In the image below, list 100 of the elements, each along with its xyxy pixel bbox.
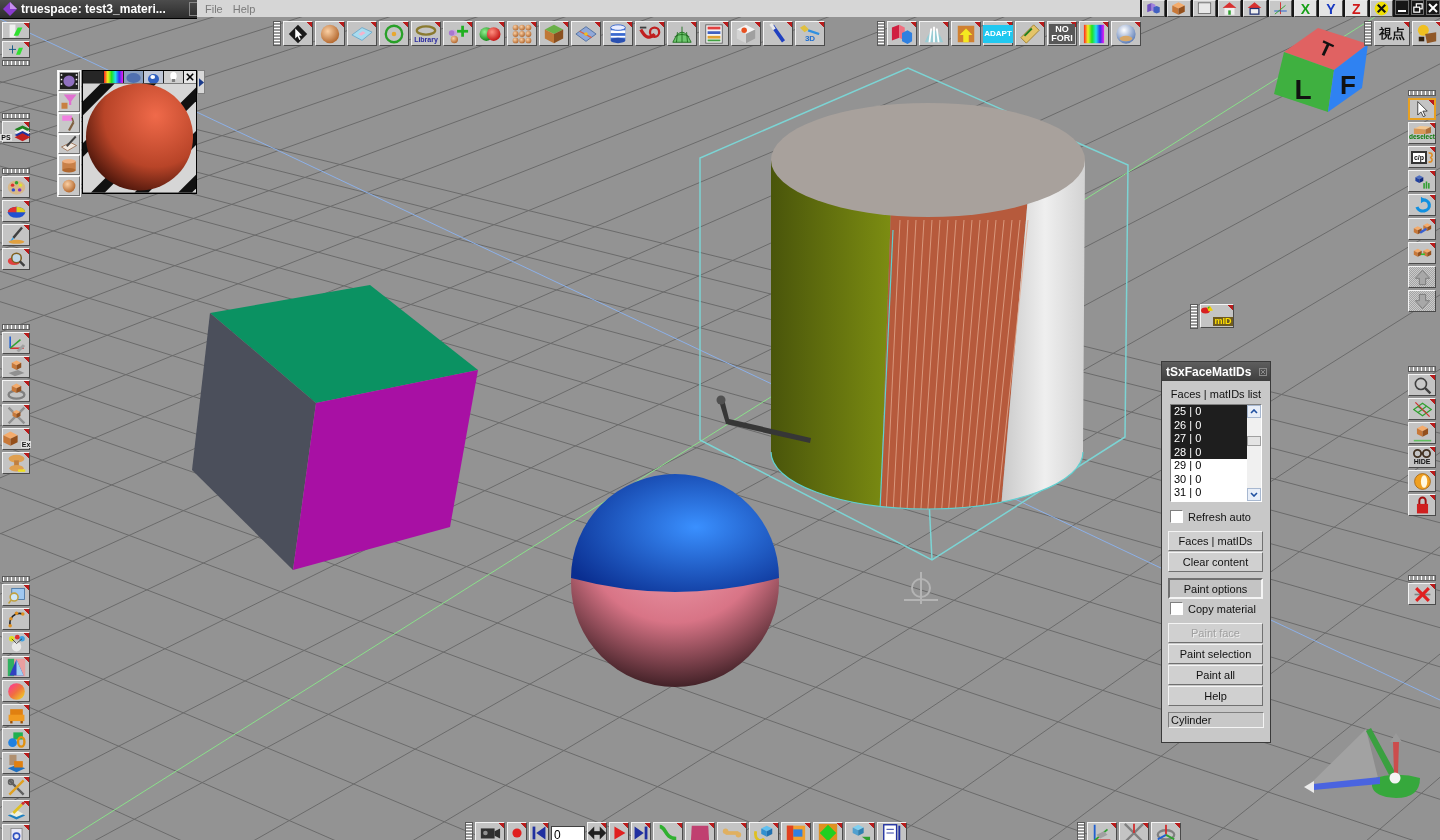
text-button[interactable]: NO FORI (1047, 21, 1077, 46)
cube-model[interactable] (192, 285, 478, 570)
scroll-up-button[interactable] (1247, 405, 1261, 418)
trapezoid-button[interactable] (685, 822, 715, 840)
bone-button[interactable] (717, 822, 747, 840)
record-button[interactable] (507, 822, 527, 840)
box-button[interactable] (731, 21, 761, 46)
double-arrow-button[interactable] (587, 822, 607, 840)
color-blocks-button[interactable] (781, 822, 811, 840)
cubes-button[interactable] (887, 21, 917, 46)
circle-button[interactable] (379, 21, 409, 46)
dropper-button[interactable] (2, 224, 30, 246)
scrollbar-track[interactable] (1247, 405, 1261, 501)
plus-parallelogram-button[interactable] (2, 41, 30, 58)
boxes-button[interactable] (1408, 242, 1436, 264)
balls-button[interactable] (2, 632, 30, 654)
cross-button[interactable] (1408, 583, 1436, 605)
toolbar-grip[interactable] (1190, 304, 1198, 329)
list-button[interactable] (699, 21, 729, 46)
close-button[interactable] (184, 71, 196, 83)
paint-roller-button[interactable] (58, 113, 80, 133)
armchair-button[interactable] (2, 704, 30, 726)
image-zoom-button[interactable] (2, 584, 30, 606)
move-axes-button[interactable] (2, 332, 30, 354)
curve-button[interactable] (635, 21, 665, 46)
recycle-bin-button[interactable] (2, 824, 30, 840)
view-cube[interactable]: T L F (1274, 28, 1368, 112)
toolbar-grip[interactable] (1077, 822, 1085, 840)
viewpoint-button[interactable]: 視点 (1374, 21, 1410, 46)
knob-button[interactable] (2, 452, 30, 474)
help-button[interactable] (1412, 21, 1440, 46)
tools-button[interactable] (2, 776, 30, 798)
scroll-down-button[interactable] (1247, 488, 1261, 501)
axes-button[interactable] (1268, 0, 1292, 17)
rotate-button[interactable] (2, 380, 30, 402)
toolbar-grip[interactable] (273, 21, 281, 46)
cube-arrow-button[interactable] (845, 822, 875, 840)
list-item[interactable]: 30 | 0 (1171, 472, 1247, 486)
frame-field[interactable]: 0 (551, 826, 585, 840)
panel-button[interactable]: Paint all (1168, 665, 1263, 685)
panel-button[interactable]: Clear content (1168, 552, 1263, 572)
house-button[interactable] (1217, 0, 1242, 17)
scale-button[interactable] (2, 404, 30, 426)
face-list[interactable]: 25 | 0 26 | 0 27 | 0 28 | 0 29 | 0 30 | 0 31 | 0 (1170, 404, 1262, 502)
document-button[interactable] (877, 822, 907, 840)
camera-button[interactable] (475, 822, 505, 840)
cursor-button[interactable] (283, 21, 313, 46)
expand-button[interactable] (197, 70, 205, 94)
rainbow-sphere-button[interactable] (2, 680, 30, 702)
toolbar-grip[interactable] (877, 21, 885, 46)
dome-button[interactable] (919, 21, 949, 46)
grid-button[interactable] (1408, 398, 1436, 420)
shapes-button[interactable] (2, 728, 30, 750)
palette-button[interactable] (2, 176, 30, 198)
ruler-button[interactable] (1015, 21, 1045, 46)
panel-button[interactable]: Help (1168, 686, 1263, 706)
list-item[interactable]: 29 | 0 (1171, 459, 1247, 473)
toolbar-grip[interactable] (1408, 366, 1436, 372)
panel-button[interactable]: Paint selection (1168, 644, 1263, 664)
toolbar-grip[interactable] (2, 576, 30, 582)
tile-button[interactable] (571, 21, 601, 46)
toolbar-grip[interactable] (2, 113, 30, 119)
spline-button[interactable] (2, 608, 30, 630)
cube-bars-button[interactable] (1408, 170, 1436, 192)
circular-arrow-button[interactable] (1408, 194, 1436, 216)
sphere-model[interactable] (571, 474, 779, 687)
move-button[interactable] (2, 356, 30, 378)
handle-icon[interactable] (716, 395, 811, 443)
add-shapes-button[interactable] (443, 21, 473, 46)
light-bulb-button[interactable] (164, 71, 183, 83)
scale-button[interactable] (1119, 822, 1149, 840)
toolbar-grip[interactable] (1408, 575, 1436, 581)
dot-grid-button[interactable] (507, 21, 537, 46)
glass-sphere-button[interactable] (1111, 21, 1141, 46)
zoom-button[interactable] (1408, 374, 1436, 396)
list-item[interactable]: 31 | 0 (1171, 486, 1247, 500)
toolbar-grip[interactable] (2, 168, 30, 174)
cone-button[interactable] (2, 656, 30, 678)
lock-button[interactable] (1408, 494, 1436, 516)
close-button[interactable] (1426, 0, 1440, 15)
pointer-button[interactable] (1408, 98, 1436, 120)
boxes-button[interactable] (1408, 218, 1436, 240)
minimize-button[interactable] (1395, 0, 1409, 15)
restore-button[interactable] (1410, 0, 1425, 15)
cylinder-model[interactable] (770, 103, 1085, 510)
pen-button[interactable] (763, 21, 793, 46)
room-button[interactable] (2, 752, 30, 774)
panel-button[interactable]: Faces | matIDs (1168, 531, 1263, 551)
cube-button[interactable] (1408, 422, 1436, 444)
cubes-button[interactable] (1142, 0, 1166, 17)
rotate-axes-button[interactable] (1151, 822, 1181, 840)
orb-button[interactable] (1408, 470, 1436, 492)
cube-button[interactable] (1167, 0, 1191, 17)
toolbar-grip[interactable] (2, 324, 30, 330)
checkbox[interactable] (1170, 602, 1183, 615)
axis-button[interactable]: Z (1344, 0, 1368, 17)
checkbox[interactable] (1170, 510, 1183, 523)
toolbar-grip[interactable] (465, 822, 473, 840)
axis-button[interactable]: Y (1319, 0, 1343, 17)
plane-button[interactable] (347, 21, 377, 46)
